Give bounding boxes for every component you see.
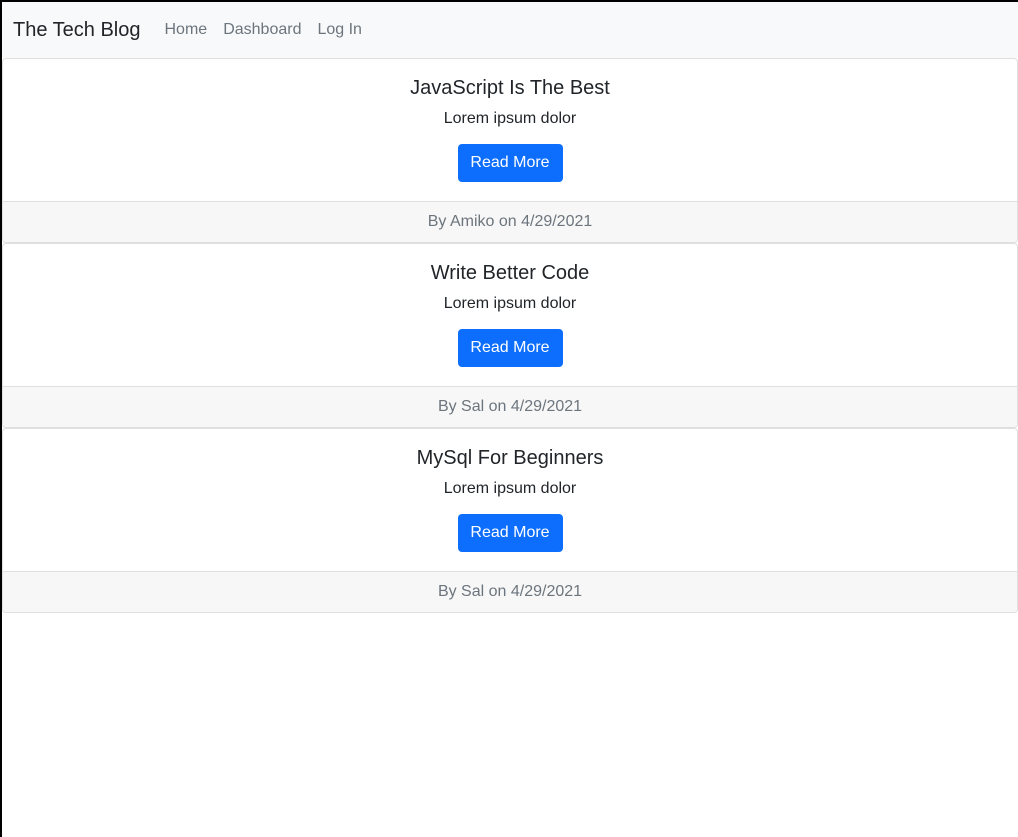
post-footer: By Sal on 4/29/2021 (3, 386, 1017, 427)
post-card-body: MySql For Beginners Lorem ipsum dolor Re… (3, 429, 1017, 571)
post-card: Write Better Code Lorem ipsum dolor Read… (2, 243, 1018, 428)
post-card: JavaScript Is The Best Lorem ipsum dolor… (2, 58, 1018, 243)
post-list: JavaScript Is The Best Lorem ipsum dolor… (2, 58, 1018, 613)
browser-viewport: The Tech Blog Home Dashboard Log In Java… (0, 0, 1018, 837)
nav-link-login[interactable]: Log In (317, 21, 361, 39)
nav-link-dashboard[interactable]: Dashboard (223, 21, 301, 39)
nav-link-home[interactable]: Home (165, 21, 208, 39)
post-title: JavaScript Is The Best (410, 77, 610, 99)
read-more-button[interactable]: Read More (457, 514, 563, 552)
post-title: MySql For Beginners (416, 447, 604, 469)
post-excerpt: Lorem ipsum dolor (443, 480, 577, 497)
post-excerpt: Lorem ipsum dolor (443, 110, 577, 127)
post-card: MySql For Beginners Lorem ipsum dolor Re… (2, 428, 1018, 613)
post-footer: By Amiko on 4/29/2021 (3, 201, 1017, 242)
post-card-body: JavaScript Is The Best Lorem ipsum dolor… (3, 59, 1017, 201)
post-title: Write Better Code (430, 262, 590, 284)
read-more-button[interactable]: Read More (457, 144, 563, 182)
brand-link[interactable]: The Tech Blog (13, 19, 141, 42)
read-more-button[interactable]: Read More (457, 329, 563, 367)
navbar: The Tech Blog Home Dashboard Log In (2, 2, 1018, 58)
post-footer: By Sal on 4/29/2021 (3, 571, 1017, 612)
post-excerpt: Lorem ipsum dolor (443, 295, 577, 312)
post-card-body: Write Better Code Lorem ipsum dolor Read… (3, 244, 1017, 386)
